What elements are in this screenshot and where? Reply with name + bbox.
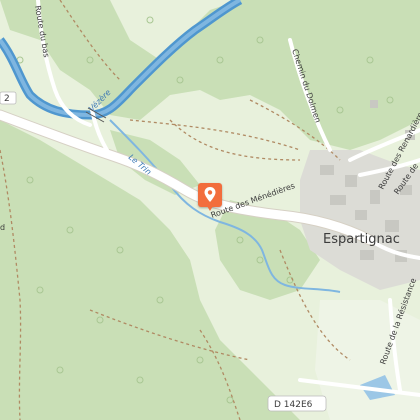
- location-marker[interactable]: [198, 183, 222, 211]
- location-pin-icon: [204, 187, 216, 202]
- road-number-shield-left: 2: [0, 91, 17, 105]
- open-field: [315, 300, 420, 420]
- village-label: Espartignac: [323, 232, 400, 247]
- map-canvas[interactable]: Route du bas Chemin du Dolmen Route des …: [0, 0, 420, 420]
- road-shield-label: D 142E6: [274, 400, 313, 410]
- left-edge-label: d: [0, 223, 5, 232]
- road-number-left: 2: [4, 94, 10, 104]
- road-shield-d142e6: D 142E6: [267, 395, 327, 412]
